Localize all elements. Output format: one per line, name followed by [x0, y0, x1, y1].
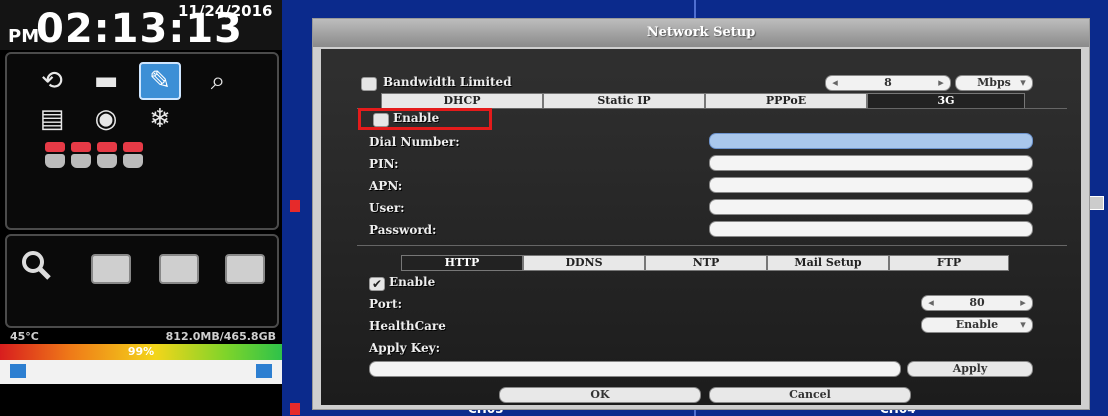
clock: PM 02:13:13 11/24/2016 — [0, 0, 282, 52]
setup-icon[interactable]: ✎ — [139, 62, 181, 100]
scroll-marker-icon — [1088, 196, 1104, 210]
bandwidth-unit: Mbps — [977, 76, 1011, 89]
password-input[interactable] — [709, 221, 1033, 237]
apply-key-input[interactable] — [369, 361, 901, 377]
dial-number-label: Dial Number: — [369, 135, 460, 149]
cam-status-icon — [123, 154, 143, 168]
cancel-button[interactable]: Cancel — [709, 387, 911, 403]
connection-tabs: DHCP Static IP PPPoE 3G — [381, 93, 1025, 109]
cam-status-icon — [97, 154, 117, 168]
network-strip — [0, 360, 282, 384]
record-icon — [290, 200, 300, 212]
tab-static-ip[interactable]: Static IP — [543, 93, 705, 109]
search-icon[interactable] — [19, 248, 59, 284]
port-value: 80 — [969, 296, 985, 309]
divider — [357, 245, 1067, 246]
dvr-side-panel: PM 02:13:13 11/24/2016 ⟲ ▬ ✎ ⌕ ▤ ◉ ❄ 45°… — [0, 0, 282, 416]
tool-panel: ⟲ ▬ ✎ ⌕ ▤ ◉ ❄ — [5, 52, 279, 230]
ok-button[interactable]: OK — [499, 387, 701, 403]
camera-led — [97, 142, 117, 152]
clock-date: 11/24/2016 — [178, 2, 273, 20]
service-tabs: HTTP DDNS NTP Mail Setup FTP — [401, 255, 1009, 271]
tab-ddns[interactable]: DDNS — [523, 255, 645, 271]
quad-view-icon[interactable] — [225, 254, 265, 284]
camera-led — [123, 142, 143, 152]
port-label: Port: — [369, 297, 402, 311]
apn-label: APN: — [369, 179, 403, 193]
user-icon — [256, 364, 272, 378]
network-icon — [10, 364, 26, 378]
dialog-title: Network Setup — [313, 19, 1089, 47]
disk-usage: 812.0MB/465.8GB — [165, 330, 276, 343]
hdd-usage-bar: 99% — [0, 344, 282, 360]
dial-number-input[interactable] — [709, 133, 1033, 149]
bandwidth-label: Bandwidth Limited — [383, 75, 512, 89]
hdd-percent: 99% — [127, 345, 155, 358]
bandwidth-checkbox[interactable] — [361, 77, 377, 91]
healthcare-label: HealthCare — [369, 319, 446, 333]
spin-left-icon[interactable]: ◂ — [924, 296, 938, 310]
bandwidth-value: 8 — [884, 76, 892, 89]
spin-right-icon[interactable]: ▸ — [1016, 296, 1030, 310]
folder-icon[interactable]: ▬ — [85, 62, 127, 100]
bandwidth-spinner[interactable]: ◂ 8 ▸ — [825, 75, 951, 91]
healthcare-value: Enable — [955, 318, 999, 331]
temperature: 45°C — [10, 330, 39, 343]
camera-led — [71, 142, 91, 152]
highlight-annotation — [358, 108, 492, 130]
record-icon — [290, 403, 300, 415]
http-enable-checkbox[interactable]: ✔ — [369, 277, 385, 291]
status-row: 45°C 812.0MB/465.8GB — [0, 328, 282, 343]
port-spinner[interactable]: ◂ 80 ▸ — [921, 295, 1033, 311]
chevron-down-icon: ▾ — [1020, 318, 1026, 331]
user-label: User: — [369, 201, 405, 215]
tab-dhcp[interactable]: DHCP — [381, 93, 543, 109]
tab-ftp[interactable]: FTP — [889, 255, 1009, 271]
tab-ntp[interactable]: NTP — [645, 255, 767, 271]
search-keyboard-icon[interactable]: ⌕ — [197, 62, 239, 100]
camera-icon-row — [45, 154, 153, 168]
camera-led-row — [45, 142, 153, 152]
password-label: Password: — [369, 223, 437, 237]
single-view-icon[interactable] — [159, 254, 199, 284]
spin-right-icon[interactable]: ▸ — [934, 76, 948, 90]
pip-view-icon[interactable] — [91, 254, 131, 284]
cam-status-icon — [45, 154, 65, 168]
tab-http[interactable]: HTTP — [401, 255, 523, 271]
dialog-body: Bandwidth Limited ◂ 8 ▸ Mbps ▾ DHCP Stat… — [321, 49, 1081, 405]
pin-label: PIN: — [369, 157, 399, 171]
bandwidth-unit-select[interactable]: Mbps ▾ — [955, 75, 1033, 91]
power-icon[interactable]: ⟲ — [31, 62, 73, 100]
healthcare-select[interactable]: Enable ▾ — [921, 317, 1033, 333]
freeze-icon[interactable]: ❄ — [139, 100, 181, 138]
camera-led — [45, 142, 65, 152]
user-input[interactable] — [709, 199, 1033, 215]
network-setup-dialog: Network Setup Bandwidth Limited ◂ 8 ▸ Mb… — [312, 18, 1090, 410]
cam-status-icon — [71, 154, 91, 168]
view-panel — [5, 234, 279, 328]
http-enable-label: Enable — [389, 275, 436, 289]
tab-pppoe[interactable]: PPPoE — [705, 93, 867, 109]
apn-input[interactable] — [709, 177, 1033, 193]
camera-icon[interactable]: ◉ — [85, 100, 127, 138]
apply-button[interactable]: Apply — [907, 361, 1033, 377]
apply-key-label: Apply Key: — [369, 341, 441, 355]
chevron-down-icon: ▾ — [1020, 76, 1026, 89]
pin-input[interactable] — [709, 155, 1033, 171]
clock-ampm: PM — [8, 26, 40, 47]
spin-left-icon[interactable]: ◂ — [828, 76, 842, 90]
tab-mail-setup[interactable]: Mail Setup — [767, 255, 889, 271]
log-search-icon[interactable]: ▤ — [31, 100, 73, 138]
tab-3g[interactable]: 3G — [867, 93, 1025, 109]
